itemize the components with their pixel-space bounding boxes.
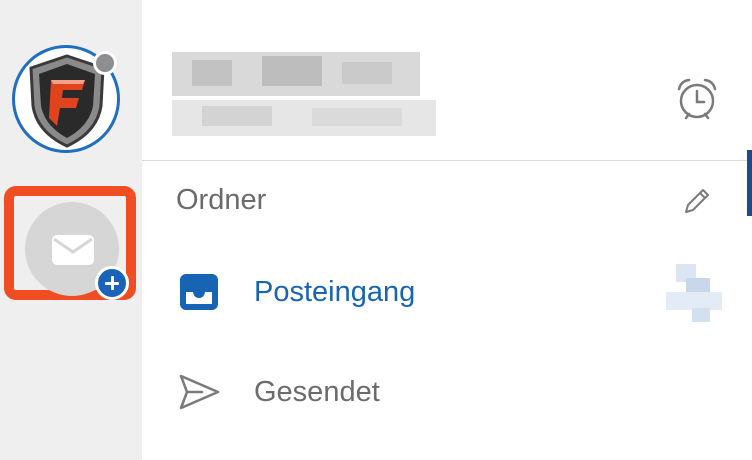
folder-label-inbox: Posteingang (254, 276, 416, 308)
folder-item-inbox[interactable]: Posteingang (142, 258, 752, 328)
account-name-redacted (172, 52, 436, 138)
send-icon (179, 374, 220, 410)
mail-icon (52, 235, 94, 265)
unread-count-redacted (666, 264, 722, 322)
folder-panel: Ordner Posteingang Gesendet (142, 0, 752, 460)
pencil-icon[interactable] (678, 184, 714, 220)
add-account-button[interactable] (25, 202, 129, 300)
folders-section-title: Ordner (176, 184, 267, 216)
account-rail (0, 0, 142, 460)
account-status-dot (93, 51, 117, 75)
inbox-icon (180, 274, 218, 310)
header-divider (142, 160, 752, 161)
alarm-clock-icon[interactable] (672, 74, 722, 124)
folder-item-sent[interactable]: Gesendet (142, 358, 752, 428)
folder-label-sent: Gesendet (254, 376, 380, 408)
plus-icon (95, 266, 129, 300)
add-account-highlight (4, 186, 136, 300)
background-edge (747, 150, 752, 216)
